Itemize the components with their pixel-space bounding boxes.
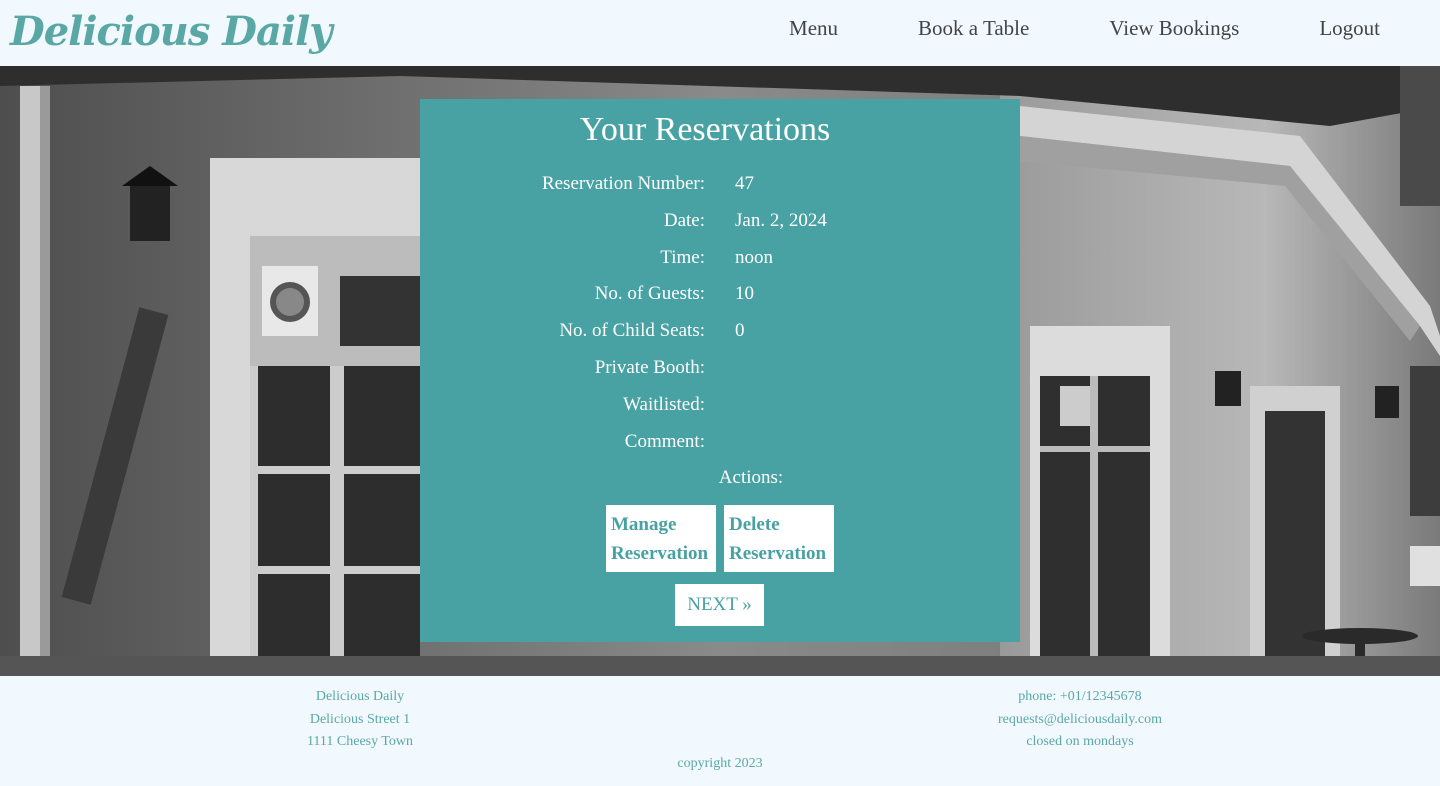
child-seats-row: No. of Child Seats: 0	[420, 316, 1020, 346]
next-page-button[interactable]: NEXT »	[675, 584, 764, 626]
hero-background: Your Reservations Reservation Number: 47…	[0, 66, 1440, 676]
time-value: noon	[735, 247, 773, 268]
footer-town: 1111 Cheesy Town	[306, 734, 414, 749]
time-row: Time: noon	[420, 243, 1020, 273]
time-label: Time:	[660, 247, 705, 268]
nav-book-a-table-link[interactable]: Book a Table	[878, 14, 1069, 42]
guests-value: 10	[735, 283, 754, 304]
footer-phone: phone: +01/12345678	[1018, 689, 1142, 704]
waitlisted-row: Waitlisted:	[420, 390, 1020, 420]
guests-label: No. of Guests:	[594, 283, 705, 304]
reservation-number-row: Reservation Number: 47	[420, 169, 1020, 199]
footer-company-name: Delicious Daily	[315, 689, 405, 704]
date-row: Date: Jan. 2, 2024	[420, 206, 1020, 236]
site-footer: Delicious Daily Delicious Street 1 1111 …	[0, 676, 1440, 786]
footer-hours: closed on mondays	[1026, 734, 1134, 749]
footer-contact: phone: +01/12345678 requests@deliciousda…	[930, 686, 1230, 754]
private-booth-label: Private Booth:	[594, 357, 705, 378]
actions-label: Actions:	[718, 467, 784, 488]
footer-copyright: copyright 2023	[677, 756, 763, 771]
child-seats-value: 0	[735, 320, 745, 341]
waitlisted-label: Waitlisted:	[623, 394, 705, 415]
private-booth-row: Private Booth:	[420, 353, 1020, 383]
main-nav: Menu Book a Table View Bookings Logout	[749, 14, 1440, 42]
delete-reservation-button[interactable]: Delete Reservation	[724, 505, 834, 572]
site-logo[interactable]: Delicious Daily	[10, 4, 333, 60]
site-header: Delicious Daily Menu Book a Table View B…	[0, 0, 1440, 66]
comment-row: Comment:	[420, 427, 1020, 457]
guests-row: No. of Guests: 10	[420, 279, 1020, 309]
reservation-card: Your Reservations Reservation Number: 47…	[420, 99, 1020, 642]
footer-email[interactable]: requests@deliciousdaily.com	[930, 709, 1230, 732]
manage-reservation-button[interactable]: Manage Reservation	[606, 505, 716, 572]
nav-menu-link[interactable]: Menu	[749, 14, 878, 42]
reservation-number-value: 47	[735, 173, 754, 194]
nav-logout-link[interactable]: Logout	[1279, 14, 1440, 42]
comment-label: Comment:	[624, 431, 705, 452]
date-label: Date:	[663, 210, 705, 231]
nav-view-bookings-link[interactable]: View Bookings	[1069, 14, 1279, 42]
reservation-number-label: Reservation Number:	[541, 173, 705, 194]
card-title: Your Reservations	[579, 111, 831, 148]
footer-street: Delicious Street 1	[309, 711, 411, 727]
child-seats-label: No. of Child Seats:	[559, 320, 705, 341]
footer-address: Delicious Daily Delicious Street 1 1111 …	[260, 686, 460, 754]
date-value: Jan. 2, 2024	[735, 210, 827, 231]
